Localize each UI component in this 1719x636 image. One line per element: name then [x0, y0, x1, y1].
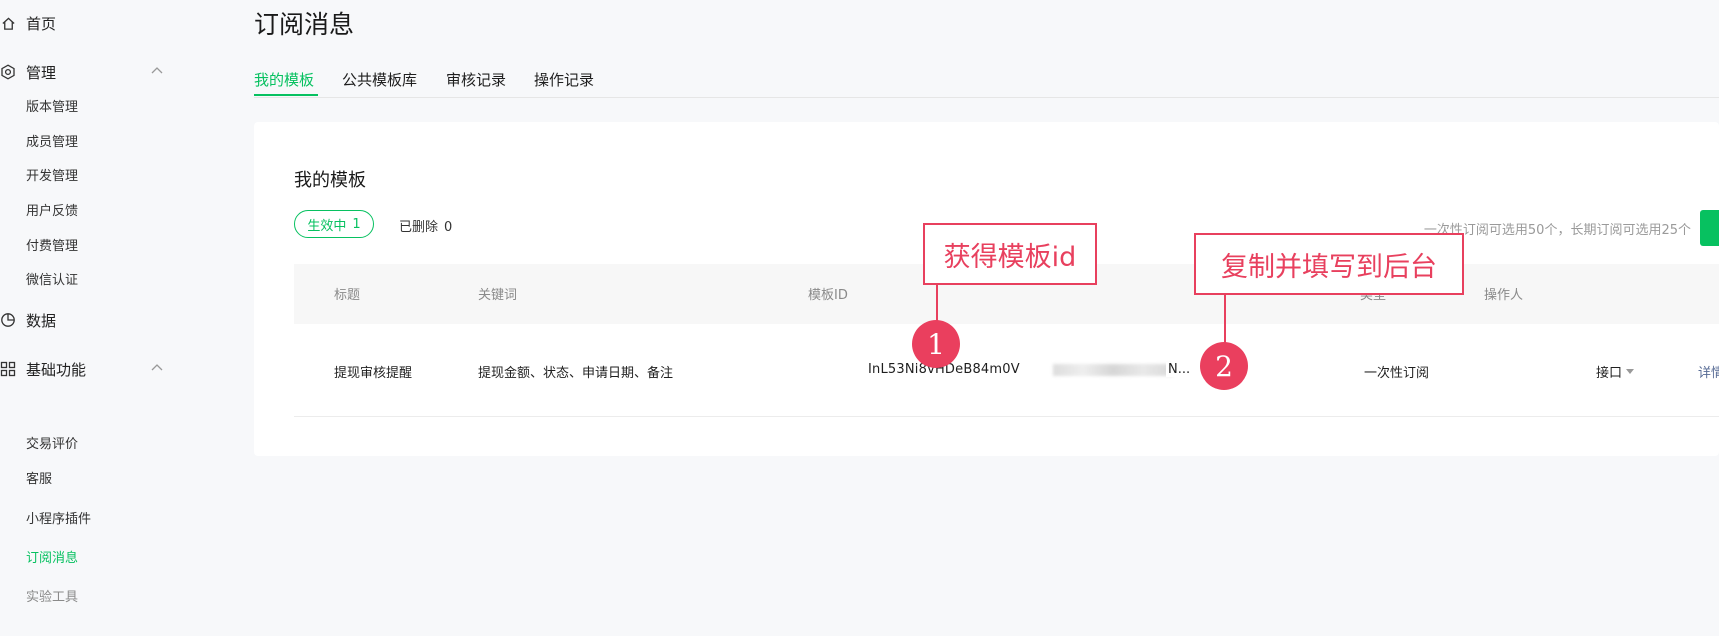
sidebar-item-customer-service[interactable]: 客服: [26, 471, 52, 489]
sidebar-item-members[interactable]: 成员管理: [26, 134, 78, 152]
annotation-leader-2: [1224, 295, 1226, 343]
sidebar-item-version[interactable]: 版本管理: [26, 99, 78, 117]
sidebar-item-label: 首页: [26, 14, 57, 33]
sidebar-item-data[interactable]: 数据: [0, 308, 175, 332]
tab-bar: 我的模板 公共模板库 审核记录 操作记录: [254, 70, 1719, 98]
sidebar-item-home[interactable]: 首页: [0, 11, 175, 35]
home-icon: [0, 15, 16, 31]
row-operator-dropdown[interactable]: 接口: [1596, 362, 1635, 381]
row-operator: 接口: [1596, 366, 1623, 381]
sidebar-item-plugins[interactable]: 小程序插件: [26, 511, 91, 529]
sidebar: 首页 管理 版本管理 成员管理 开发管理 用户反馈 付费管理 微信认证 数据 基…: [0, 0, 200, 636]
sidebar-group-label: 管理: [26, 63, 57, 82]
tab-operation-records[interactable]: 操作记录: [534, 70, 594, 90]
sidebar-item-label: 数据: [26, 311, 57, 330]
sidebar-group-manage[interactable]: 管理: [0, 60, 175, 84]
sidebar-item-dev[interactable]: 开发管理: [26, 168, 78, 186]
sidebar-item-trade-review[interactable]: 交易评价: [26, 436, 78, 454]
row-template-id-end: N...: [1166, 362, 1191, 377]
gear-icon: [0, 64, 16, 80]
page-title: 订阅消息: [254, 10, 355, 39]
row-overlay: InL53Ni8vHDeB84m0V N... 复制 一次性订阅 接口 详情: [254, 122, 1719, 456]
annotation-callout-1: 获得模板id: [923, 223, 1097, 285]
caret-down-icon: [1626, 369, 1635, 374]
annotation-badge-1: 1: [912, 320, 960, 368]
row-detail-link[interactable]: 详情: [1698, 362, 1719, 381]
sidebar-item-experiment-tools[interactable]: 实验工具: [26, 589, 78, 607]
tab-public-templates[interactable]: 公共模板库: [342, 70, 417, 90]
sidebar-item-wechat-verify[interactable]: 微信认证: [26, 272, 78, 290]
row-type: 一次性订阅: [1364, 366, 1430, 381]
redacted-id-segment: [1053, 364, 1173, 376]
pie-chart-icon: [0, 312, 16, 328]
annotation-badge-2: 2: [1200, 342, 1248, 390]
sidebar-item-subscribe-messages[interactable]: 订阅消息: [26, 550, 78, 568]
chevron-up-icon[interactable]: [150, 361, 164, 375]
annotation-leader-1: [936, 285, 938, 321]
sidebar-group-basic[interactable]: 基础功能: [0, 357, 175, 381]
annotation-callout-2: 复制并填写到后台: [1194, 233, 1464, 295]
chevron-up-icon[interactable]: [150, 64, 164, 78]
active-tab-indicator: [254, 94, 318, 96]
tab-my-templates[interactable]: 我的模板: [254, 70, 314, 90]
row-cells: InL53Ni8vHDeB84m0V N... 复制 一次性订阅 接口 详情: [294, 324, 1719, 416]
tab-review-records[interactable]: 审核记录: [446, 70, 506, 90]
sidebar-item-payment[interactable]: 付费管理: [26, 238, 78, 256]
grid-icon: [0, 361, 16, 377]
sidebar-group-label: 基础功能: [26, 360, 87, 379]
sidebar-item-feedback[interactable]: 用户反馈: [26, 203, 78, 221]
